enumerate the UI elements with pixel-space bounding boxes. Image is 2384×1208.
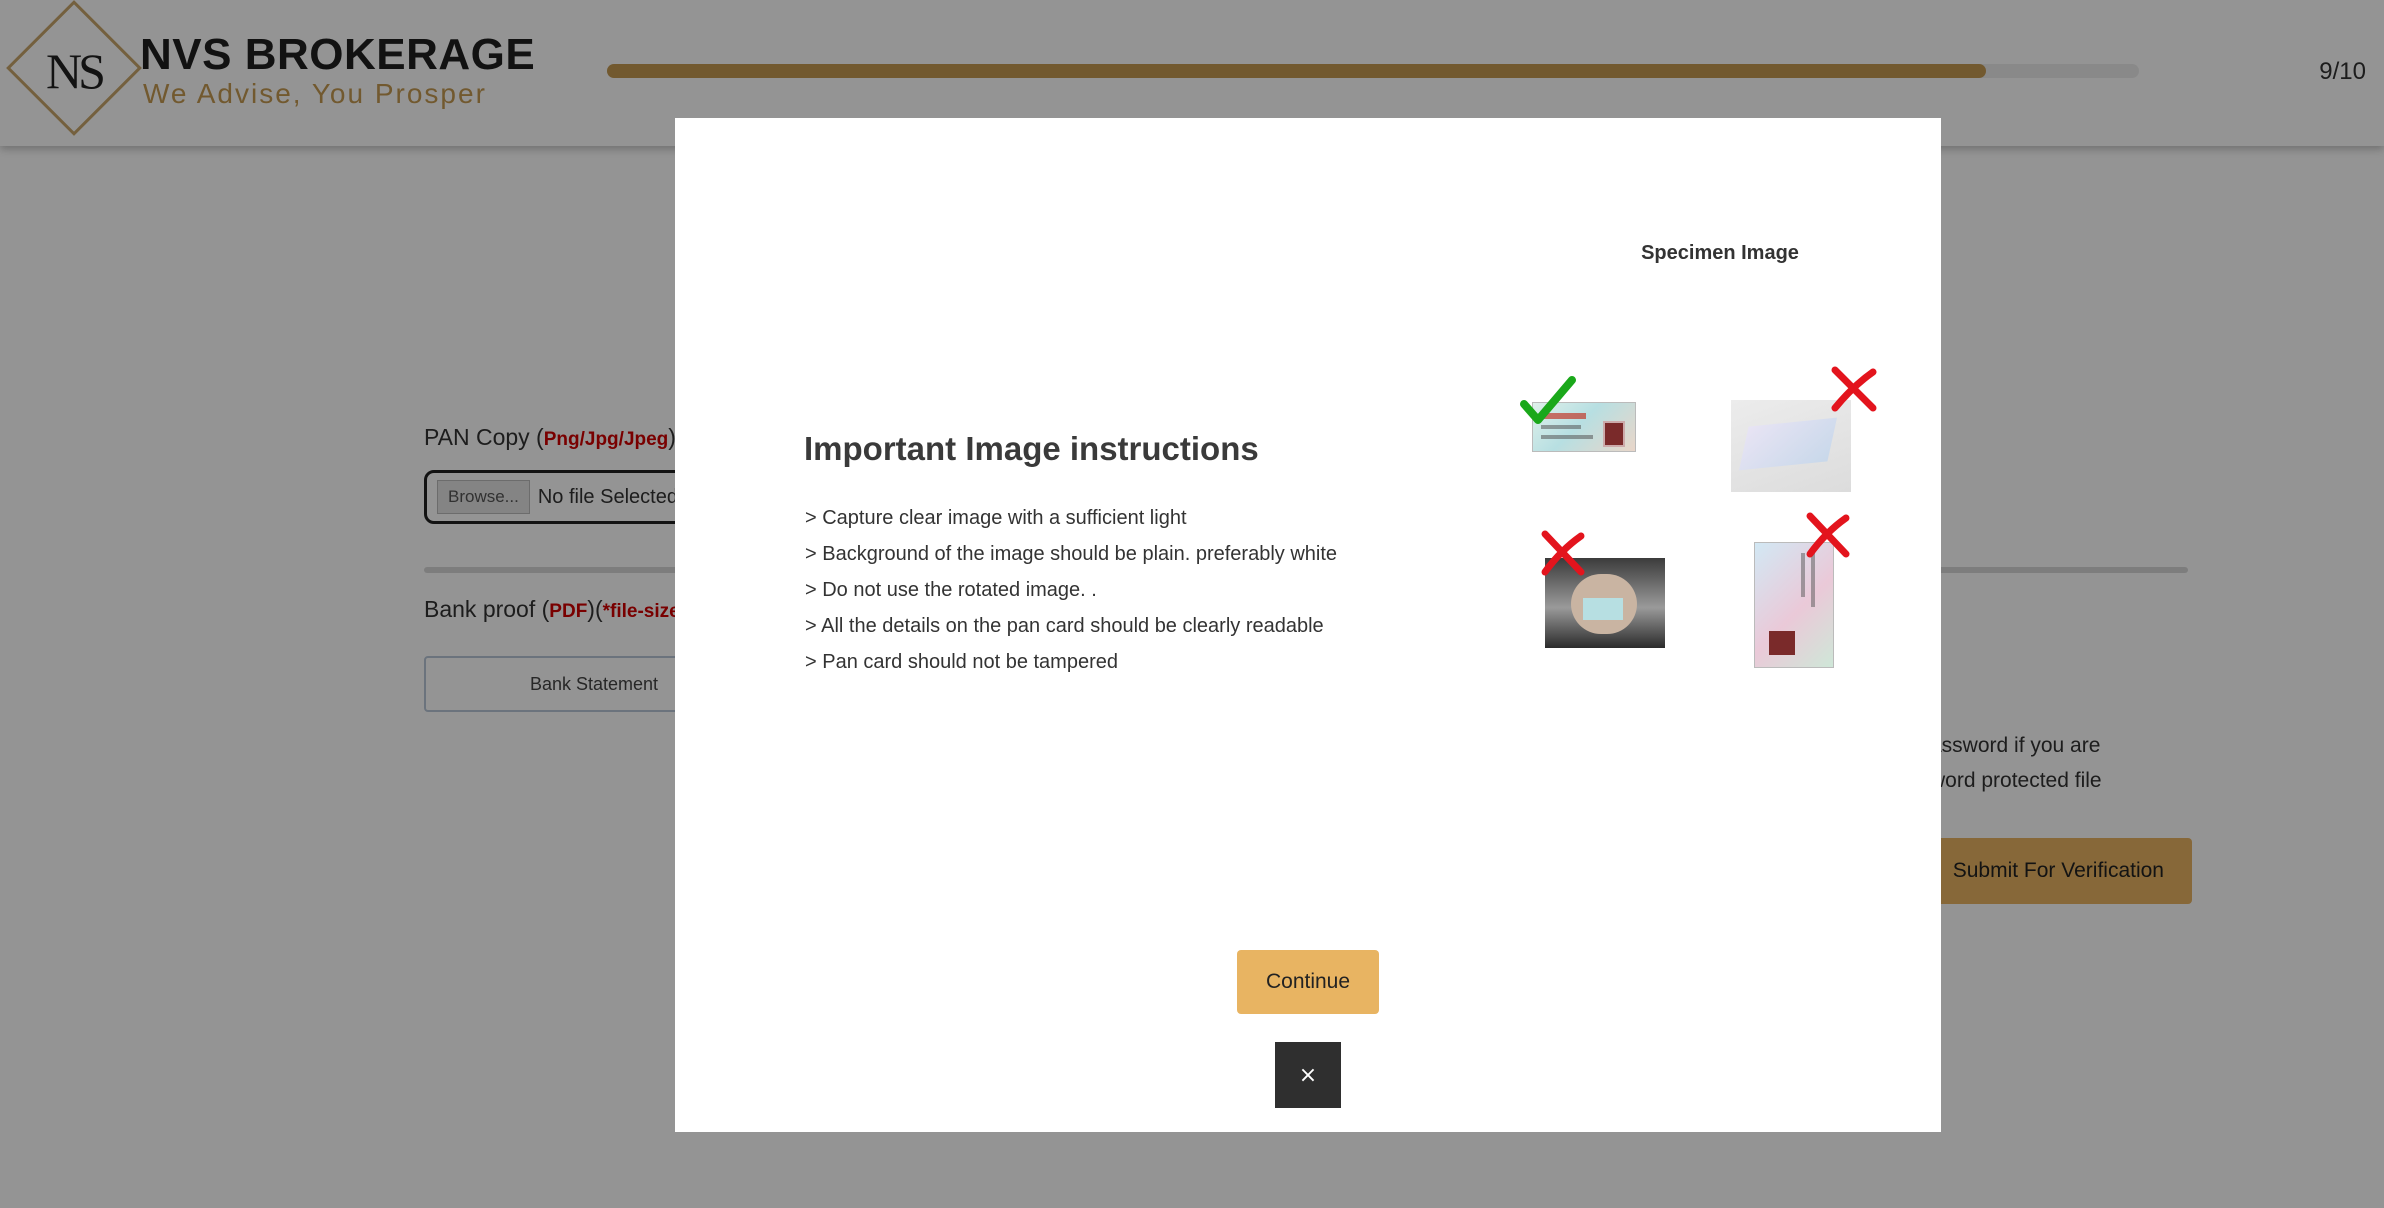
- specimen-title: Specimen Image: [1641, 242, 1799, 264]
- cross-icon: [1541, 530, 1585, 576]
- specimen-wrong-rotated: [1750, 510, 1890, 670]
- cross-icon: [1806, 512, 1850, 558]
- instruction-item: > Capture clear image with a sufficient …: [805, 507, 1187, 529]
- checkmark-icon: [1520, 376, 1576, 424]
- instructions-title: Important Image instructions: [804, 430, 1259, 467]
- continue-button[interactable]: Continue: [1237, 950, 1379, 1014]
- cross-icon: [1831, 366, 1877, 412]
- instructions-list: > Capture clear image with a sufficient …: [805, 500, 1337, 680]
- instruction-item: > All the details on the pan card should…: [805, 615, 1324, 637]
- instructions-modal: Specimen Image Important Image instructi…: [675, 118, 1941, 1132]
- instruction-item: > Pan card should not be tampered: [805, 651, 1118, 673]
- specimen-wrong-handheld: [1537, 528, 1687, 658]
- specimen-correct: [1520, 370, 1640, 470]
- instruction-item: > Do not use the rotated image. .: [805, 579, 1097, 601]
- close-button[interactable]: ×: [1275, 1042, 1341, 1108]
- specimen-wrong-background: [1731, 364, 1891, 494]
- instruction-item: > Background of the image should be plai…: [805, 543, 1338, 565]
- pan-card-image: [1754, 542, 1834, 668]
